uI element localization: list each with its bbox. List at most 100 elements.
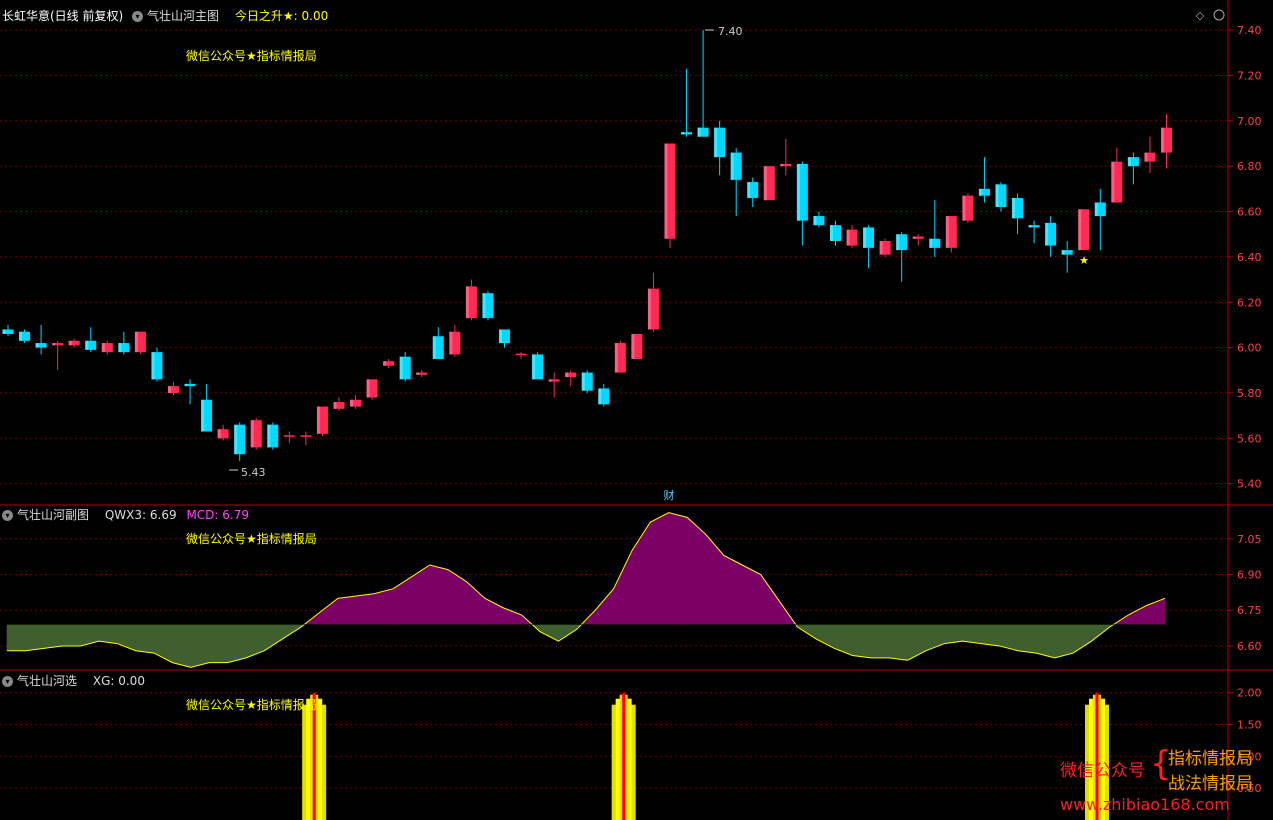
candle-highlight	[830, 225, 833, 242]
chevron-down-icon[interactable]: ▾	[2, 510, 13, 521]
sub-area-segment	[227, 624, 247, 664]
candle[interactable]	[35, 324, 47, 355]
candle-highlight	[796, 163, 800, 221]
candle[interactable]	[316, 406, 328, 437]
candle[interactable]	[598, 383, 610, 407]
candle[interactable]	[995, 182, 1007, 212]
candle[interactable]	[184, 379, 196, 405]
candle[interactable]	[85, 327, 97, 353]
price-candles[interactable]	[2, 30, 1173, 461]
candle[interactable]	[283, 431, 295, 443]
candle[interactable]	[796, 161, 808, 246]
select-indicator-name[interactable]: 气壮山河选	[17, 674, 77, 688]
candle-highlight	[1161, 127, 1164, 153]
candle[interactable]	[168, 381, 179, 396]
candle[interactable]	[1012, 193, 1024, 235]
candle[interactable]	[945, 216, 957, 253]
candle[interactable]	[1144, 136, 1156, 173]
candle[interactable]	[830, 220, 841, 246]
candle[interactable]	[267, 422, 279, 450]
qwx3-label: QWX3:	[104, 508, 147, 522]
candle[interactable]	[101, 340, 113, 355]
candle[interactable]	[548, 372, 560, 398]
candle[interactable]	[863, 225, 875, 269]
finance-badge[interactable]: 财	[664, 488, 675, 502]
candle[interactable]	[217, 424, 229, 441]
candle[interactable]	[134, 331, 146, 355]
candle[interactable]	[532, 352, 544, 380]
candle[interactable]	[1028, 220, 1040, 244]
candle[interactable]	[763, 166, 775, 201]
candle[interactable]	[1127, 152, 1139, 185]
candle[interactable]	[250, 417, 262, 450]
candle[interactable]	[432, 327, 444, 359]
candle[interactable]	[565, 370, 577, 387]
candle-highlight	[863, 227, 867, 248]
candle[interactable]	[614, 340, 626, 373]
candle[interactable]	[2, 324, 14, 337]
stock-chart-window[interactable]: 7.40 7.20 7.00 6.80 6.60 6.40 6.20 6.00 5.80 5.60…	[0, 0, 1273, 820]
candle[interactable]	[19, 329, 31, 344]
candle[interactable]	[631, 334, 643, 359]
candle[interactable]	[52, 340, 64, 371]
candle[interactable]	[714, 120, 726, 176]
candle[interactable]	[333, 397, 345, 412]
candle[interactable]	[300, 431, 312, 446]
signal-bar[interactable]	[611, 692, 636, 820]
candle[interactable]	[383, 358, 395, 369]
settings-circle-icon[interactable]	[1213, 9, 1225, 21]
candle-highlight	[1078, 209, 1082, 251]
candle[interactable]	[399, 352, 411, 382]
chevron-down-icon[interactable]: ▾	[2, 676, 13, 687]
brand-url[interactable]: www.zhibiao168.com	[1060, 795, 1230, 814]
candle[interactable]	[1078, 209, 1090, 251]
candle[interactable]	[1111, 148, 1123, 203]
select-watermark: 微信公众号★指标情报局	[186, 697, 317, 712]
candle[interactable]	[747, 177, 759, 208]
candle[interactable]	[813, 211, 825, 228]
sub-indicator-area[interactable]	[6, 512, 1166, 668]
candle[interactable]	[482, 290, 494, 321]
candle[interactable]	[515, 352, 527, 359]
sub-area-segment	[6, 624, 26, 652]
candle[interactable]	[234, 422, 246, 461]
candle[interactable]	[846, 225, 858, 248]
candle-highlight	[52, 343, 56, 346]
sub-area-segment	[1017, 624, 1037, 654]
candle[interactable]	[449, 324, 461, 357]
candle[interactable]	[350, 395, 362, 409]
candle[interactable]	[879, 238, 891, 257]
main-indicator-name[interactable]: 气壮山河主图	[147, 9, 219, 23]
diamond-icon[interactable]: ◇	[1196, 9, 1205, 22]
candle[interactable]	[912, 234, 924, 246]
candle[interactable]	[581, 370, 593, 393]
main-watermark: 微信公众号★指标情报局	[186, 48, 317, 63]
candle[interactable]	[1094, 188, 1106, 251]
candle[interactable]	[151, 347, 163, 382]
candle[interactable]	[499, 329, 510, 348]
candle[interactable]	[780, 138, 792, 176]
chevron-down-icon[interactable]: ▾	[132, 11, 144, 22]
candle[interactable]	[201, 383, 213, 432]
candle[interactable]	[730, 148, 742, 217]
candle[interactable]	[465, 279, 477, 321]
candle[interactable]	[366, 379, 378, 400]
sub-indicator-name[interactable]: 气壮山河副图	[17, 508, 89, 522]
candle-highlight	[1028, 225, 1032, 228]
sub-area-segment	[962, 624, 982, 644]
rise-readout-value: 0.00	[301, 9, 329, 23]
candle[interactable]	[978, 157, 990, 203]
sub-tick-label: 6.75	[1237, 604, 1262, 617]
candle[interactable]	[647, 272, 659, 332]
candle[interactable]	[929, 200, 941, 257]
candle[interactable]	[962, 193, 974, 223]
sub-area-segment	[613, 550, 633, 625]
candle[interactable]	[681, 68, 693, 137]
candle[interactable]	[664, 143, 676, 248]
candle[interactable]	[1161, 114, 1172, 169]
candle[interactable]	[68, 338, 80, 348]
candle-highlight	[250, 420, 254, 448]
candle[interactable]	[1045, 216, 1057, 257]
candle[interactable]	[118, 331, 130, 355]
candle[interactable]	[416, 370, 428, 378]
